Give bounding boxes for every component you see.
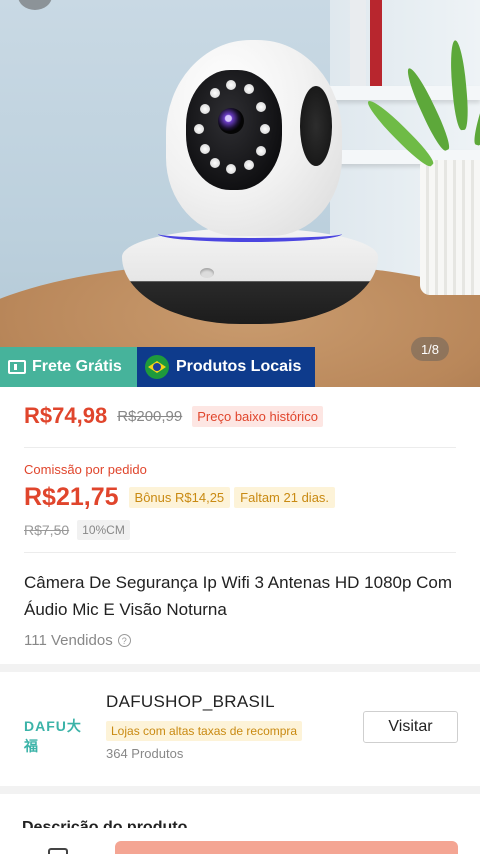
brazil-flag-icon (145, 355, 169, 379)
product-badges: Frete Grátis Produtos Locais (0, 347, 315, 387)
product-title: Câmera De Segurança Ip Wifi 3 Antenas HD… (24, 573, 453, 619)
lowest-price-tag: Preço baixo histórico (192, 405, 323, 427)
description-heading: Descrição do produto (22, 819, 188, 828)
camera-led (244, 160, 254, 170)
section-separator (0, 786, 480, 794)
help-icon[interactable]: ? (117, 634, 131, 647)
camera-led (210, 158, 220, 168)
camera-led (226, 80, 236, 90)
shop-repurchase-tag: Lojas com altas taxas de recompra (106, 721, 303, 741)
commission-old-row: R$7,50 10%CM (24, 520, 130, 540)
camera-led (244, 84, 254, 94)
commission-value: R$21,75 (24, 483, 119, 511)
divider (24, 447, 456, 448)
back-button[interactable] (18, 0, 52, 10)
price-row: R$74,98 R$200,99 Preço baixo histórico (24, 403, 323, 429)
remaining-days-tag: Faltam 21 dias. (234, 487, 336, 508)
commission-label: Comissão por pedido (24, 462, 147, 477)
camera-led (256, 146, 266, 156)
sold-count-label: 111 Vendidos (24, 632, 113, 649)
camera-led (256, 102, 266, 112)
image-pager: 1/8 (411, 337, 449, 361)
local-products-label: Produtos Locais (176, 358, 302, 375)
visit-shop-button[interactable]: Visitar (363, 711, 458, 743)
original-price: R$200,99 (117, 407, 183, 425)
local-products-badge: Produtos Locais (137, 347, 315, 387)
free-shipping-badge: Frete Grátis (0, 347, 137, 387)
shop-logo[interactable]: DAFU大福 (24, 716, 90, 754)
primary-action-button[interactable] (115, 841, 458, 854)
camera-lens (218, 108, 244, 134)
camera-side-panel (300, 86, 332, 166)
shop-name[interactable]: DAFUSHOP_BRASIL (106, 692, 275, 712)
section-separator (0, 664, 480, 672)
commission-row: R$21,75 Bônus R$14,25 Faltam 21 dias. (24, 483, 336, 512)
old-commission-value: R$7,50 (24, 522, 70, 538)
camera-led (194, 124, 204, 134)
camera-led (210, 88, 220, 98)
divider (24, 552, 456, 553)
shop-product-count: 364 Produtos (106, 746, 184, 761)
free-shipping-label: Frete Grátis (32, 358, 122, 375)
camera-status-ring (158, 226, 342, 242)
background-book (350, 0, 366, 86)
camera-led (260, 124, 270, 134)
sold-count: 111 Vendidos ? (24, 632, 131, 649)
camera-led (200, 104, 210, 114)
bonus-tag: Bônus R$14,25 (128, 487, 231, 508)
camera-led (226, 164, 236, 174)
commission-rate-tag: 10%CM (77, 520, 130, 540)
camera-mic-hole (200, 268, 214, 278)
store-icon[interactable] (48, 848, 68, 854)
plant-pot (420, 160, 480, 295)
product-image-gallery[interactable]: 1/8 Frete Grátis Produtos Locais (0, 0, 480, 387)
current-price: R$74,98 (24, 403, 108, 428)
camera-led (200, 144, 210, 154)
truck-icon (8, 360, 26, 374)
background-book (370, 0, 382, 86)
